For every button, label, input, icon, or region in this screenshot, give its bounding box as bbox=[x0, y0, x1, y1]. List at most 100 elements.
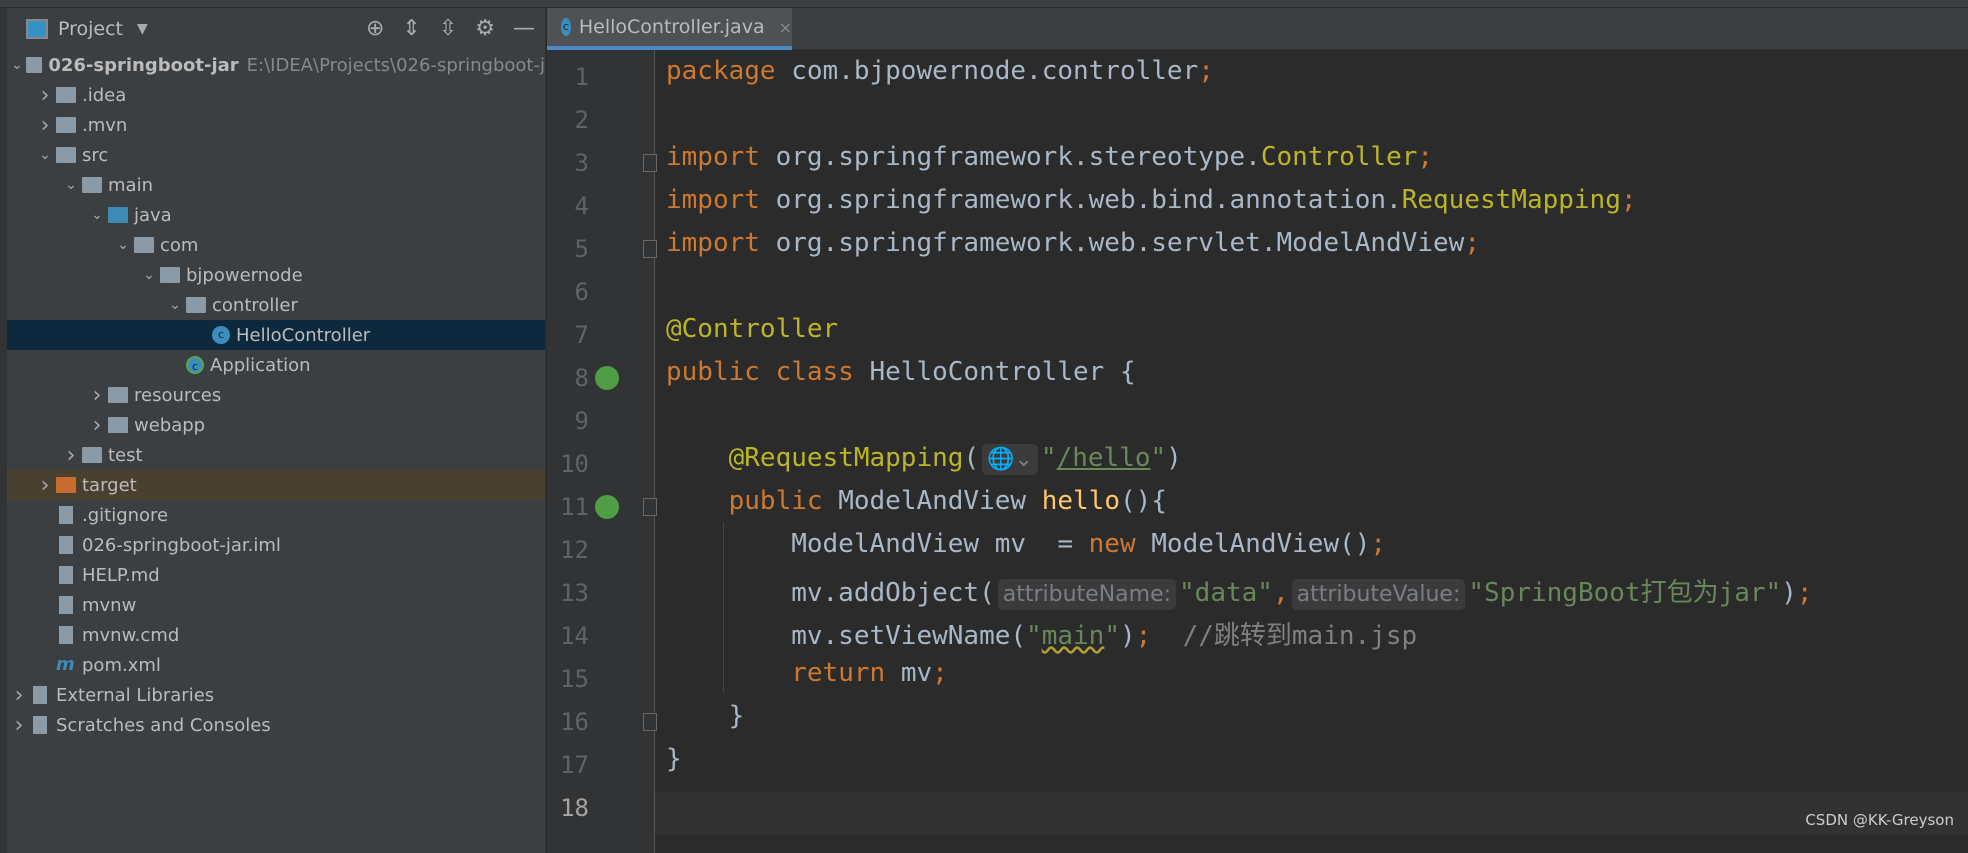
fold-icon[interactable] bbox=[643, 240, 657, 258]
request-mapping-icon[interactable] bbox=[595, 495, 619, 519]
code-line[interactable]: } bbox=[666, 744, 682, 787]
collapse-all-icon[interactable]: ⇳ bbox=[439, 16, 457, 41]
chevron-down-icon[interactable]: ⌄ bbox=[164, 297, 186, 313]
code-line[interactable]: @RequestMapping(🌐⌄ "/hello") bbox=[666, 443, 1182, 486]
folder-icon bbox=[56, 87, 76, 103]
fold-icon[interactable] bbox=[643, 713, 657, 731]
code-line[interactable]: import org.springframework.web.bind.anno… bbox=[666, 185, 1637, 228]
tree-item[interactable]: › Scratches and Consoles bbox=[0, 710, 545, 740]
code-token: ; bbox=[1135, 621, 1152, 651]
tree-item-label: External Libraries bbox=[56, 684, 215, 706]
code-line[interactable]: import org.springframework.stereotype.Co… bbox=[666, 142, 1433, 185]
code-line[interactable]: ModelAndView mv = new ModelAndView(); bbox=[666, 529, 1386, 572]
tree-item[interactable]: ⌄ src bbox=[0, 140, 545, 170]
code-line[interactable]: package com.bjpowernode.controller; bbox=[666, 56, 1214, 99]
chevron-right-icon[interactable]: › bbox=[34, 83, 56, 108]
tree-item-label: webapp bbox=[134, 414, 206, 436]
chevron-right-icon[interactable]: › bbox=[8, 683, 30, 708]
code-token: " bbox=[1150, 443, 1167, 473]
code-token: org.springframework.web.bind.annotation. bbox=[775, 185, 1402, 215]
tree-item[interactable]: › webapp bbox=[0, 410, 545, 440]
tree-item-label: main bbox=[108, 174, 153, 196]
project-panel-header[interactable]: Project ▼ ⊕ ⇕ ⇳ ⚙ — bbox=[0, 8, 545, 50]
folder-icon bbox=[56, 147, 76, 163]
file-icon bbox=[59, 536, 73, 554]
tree-item-label: mvnw.cmd bbox=[82, 624, 180, 646]
chevron-right-icon[interactable]: › bbox=[34, 113, 56, 138]
code-line[interactable]: } bbox=[666, 701, 745, 744]
tree-item[interactable]: › .idea bbox=[0, 80, 545, 110]
file-icon bbox=[59, 506, 73, 524]
code-token: com.bjpowernode.controller bbox=[791, 56, 1199, 86]
chevron-right-icon[interactable]: › bbox=[34, 473, 56, 498]
expand-all-icon[interactable]: ⇕ bbox=[402, 16, 420, 41]
panel-title[interactable]: Project bbox=[58, 18, 123, 40]
gear-icon[interactable]: ⚙ bbox=[475, 16, 495, 41]
chevron-down-icon[interactable]: ▼ bbox=[137, 21, 148, 37]
spring-class-icon: c bbox=[186, 356, 204, 374]
fold-icon[interactable] bbox=[643, 154, 657, 172]
code-line[interactable]: public ModelAndView hello(){ bbox=[666, 486, 1167, 529]
tree-item[interactable]: › target bbox=[0, 470, 545, 500]
chevron-down-icon[interactable]: ⌄ bbox=[112, 237, 134, 253]
chevron-down-icon[interactable]: ⌄ bbox=[60, 177, 82, 193]
chevron-down-icon[interactable]: ⌄ bbox=[8, 57, 26, 73]
chevron-down-icon[interactable]: ⌄ bbox=[86, 207, 108, 223]
tree-item[interactable]: ⌄ java bbox=[0, 200, 545, 230]
code-token: ; bbox=[1198, 56, 1214, 86]
code-token: ; bbox=[1417, 142, 1434, 172]
tree-item[interactable]: 026-springboot-jar.iml bbox=[0, 530, 545, 560]
code-token: ; bbox=[1464, 228, 1480, 258]
tree-item[interactable]: ⌄ bjpowernode bbox=[0, 260, 545, 290]
code-line[interactable]: return mv; bbox=[666, 658, 948, 701]
tree-item[interactable]: c HelloController bbox=[0, 320, 545, 350]
tab-hellocontroller[interactable]: c HelloController.java × bbox=[547, 8, 792, 50]
tree-item[interactable]: ⌄ 026-springboot-jar E:\IDEA\Projects\026-… bbox=[0, 50, 545, 80]
tree-item[interactable]: .gitignore bbox=[0, 500, 545, 530]
spring-bean-icon[interactable] bbox=[595, 366, 619, 390]
code-line[interactable]: import org.springframework.web.servlet.M… bbox=[666, 228, 1480, 271]
fold-icon[interactable] bbox=[643, 498, 657, 516]
code-token: mv.addObject( bbox=[666, 578, 995, 608]
project-icon bbox=[26, 19, 48, 39]
line-number: 5 bbox=[574, 235, 589, 263]
tree-item-label: .mvn bbox=[82, 114, 128, 136]
tree-item[interactable]: ⌄ main bbox=[0, 170, 545, 200]
minimize-icon[interactable]: — bbox=[513, 16, 535, 41]
tree-item[interactable]: ⌄ com bbox=[0, 230, 545, 260]
folder-icon bbox=[108, 417, 128, 433]
code-line[interactable]: @Controller bbox=[666, 314, 838, 357]
line-number: 6 bbox=[574, 278, 589, 306]
tree-item[interactable]: mvnw.cmd bbox=[0, 620, 545, 650]
tree-item[interactable]: › External Libraries bbox=[0, 680, 545, 710]
watermark: CSDN @KK-Greyson bbox=[1805, 811, 1954, 829]
tree-item[interactable]: mvnw bbox=[0, 590, 545, 620]
line-number: 12 bbox=[560, 536, 589, 564]
code-token: /hello bbox=[1056, 443, 1151, 473]
tree-item-label: HelloController bbox=[236, 324, 371, 346]
tree-item[interactable]: › test bbox=[0, 440, 545, 470]
chevron-right-icon[interactable]: › bbox=[86, 383, 108, 408]
chevron-right-icon[interactable]: › bbox=[60, 443, 82, 468]
code-line[interactable]: mv.setViewName("main"); //跳转到main.jsp bbox=[666, 615, 1417, 658]
current-line-highlight bbox=[547, 792, 1968, 835]
locate-icon[interactable]: ⊕ bbox=[366, 16, 384, 41]
chevron-down-icon[interactable]: ⌄ bbox=[138, 267, 160, 283]
tree-item[interactable]: › resources bbox=[0, 380, 545, 410]
tree-item[interactable]: m pom.xml bbox=[0, 650, 545, 680]
code-token: ; bbox=[1796, 578, 1813, 608]
code-line[interactable]: public class HelloController { bbox=[666, 357, 1136, 400]
tree-item[interactable]: ⌄ controller bbox=[0, 290, 545, 320]
chevron-right-icon[interactable]: › bbox=[86, 413, 108, 438]
tree-item[interactable]: › .mvn bbox=[0, 110, 545, 140]
code-line[interactable]: mv.addObject(attributeName: "data", attrib… bbox=[666, 572, 1813, 615]
tree-item[interactable]: c Application bbox=[0, 350, 545, 380]
chevron-down-icon[interactable]: ⌄ bbox=[34, 147, 56, 163]
chevron-right-icon[interactable]: › bbox=[8, 713, 30, 738]
close-icon[interactable]: × bbox=[779, 18, 792, 37]
code-token: main bbox=[1041, 621, 1105, 651]
code-token: "SpringBoot打包为jar" bbox=[1468, 578, 1782, 608]
code-editor[interactable]: 1 2 3 4 5 6 7 8 9 10 11 12 13 14 15 16 17 18 package com.… bbox=[547, 50, 1968, 853]
tree-item[interactable]: HELP.md bbox=[0, 560, 545, 590]
